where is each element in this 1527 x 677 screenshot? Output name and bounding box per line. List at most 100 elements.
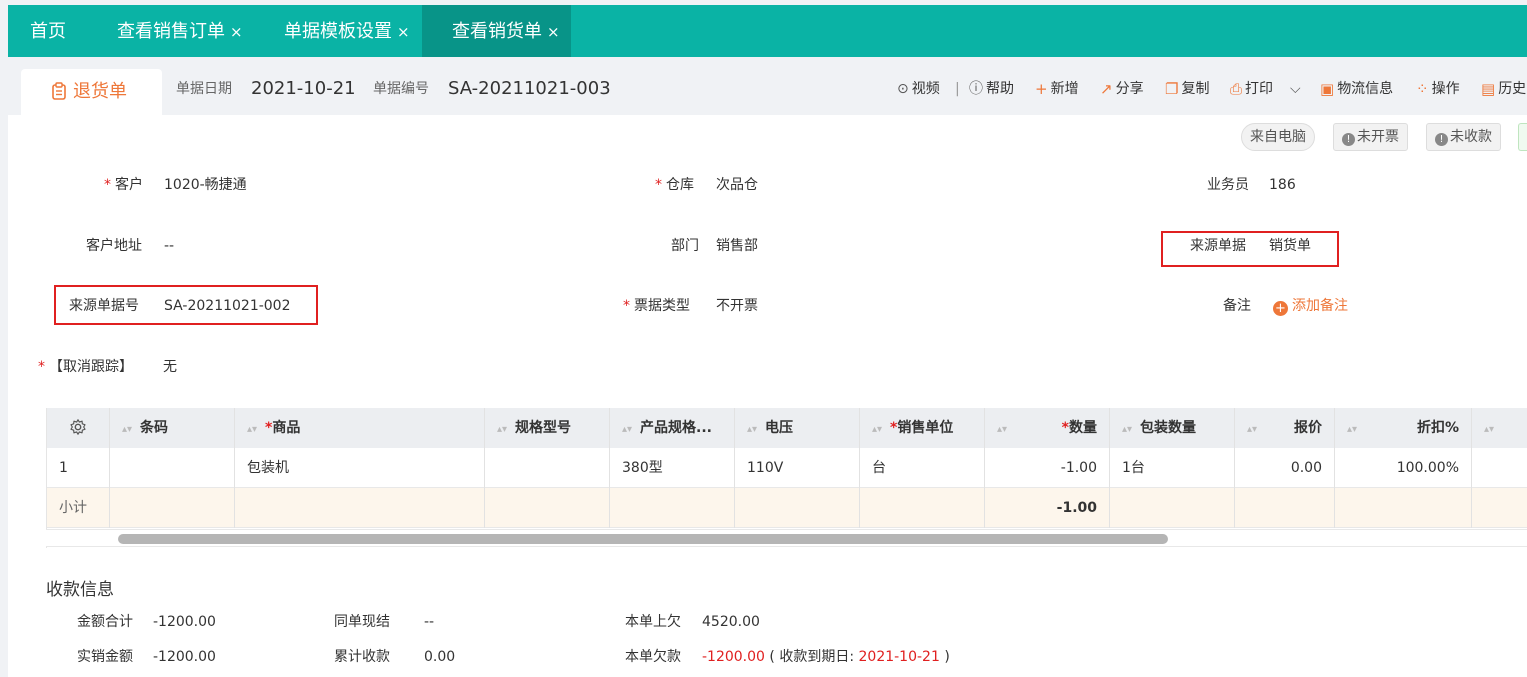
history-button[interactable]: ▤ 历史 (1481, 77, 1526, 101)
source-doc-value[interactable]: 销货单 (1269, 236, 1311, 256)
prev-owe-value: 4520.00 (702, 614, 760, 630)
tab-home[interactable]: 首页 (30, 5, 66, 57)
owe-value-group: -1200.00 ( 收款到期日: 2021-10-21 ) (702, 647, 950, 667)
sort-icon[interactable]: ▴▾ (1122, 424, 1132, 435)
cell-unit[interactable]: 台 (860, 448, 985, 488)
chevron-down-icon[interactable]: ⌵ (1290, 77, 1301, 101)
column-header-unit[interactable]: ▴▾ *销售单位 (860, 408, 985, 448)
payment-status-badge: ! 未收款 (1426, 123, 1501, 151)
column-header-product-spec[interactable]: ▴▾ 产品规格... (610, 408, 735, 448)
column-header-voltage[interactable]: ▴▾ 电压 (735, 408, 860, 448)
cell-product-spec[interactable]: 380型 (610, 448, 735, 488)
sort-icon[interactable]: ▴▾ (872, 424, 882, 435)
invoice-type-value[interactable]: 不开票 (716, 296, 758, 316)
invoice-status-badge: ! 未开票 (1333, 123, 1408, 151)
close-icon[interactable]: × (230, 23, 243, 41)
cell-quantity[interactable]: -1.00 (985, 448, 1110, 488)
add-remark-label: 添加备注 (1292, 298, 1348, 314)
cell-package-qty[interactable]: 1台 (1110, 448, 1235, 488)
sort-icon[interactable]: ▴▾ (997, 424, 1007, 435)
column-header-quote[interactable]: ▴▾ 报价 (1235, 408, 1335, 448)
column-label: 电压 (765, 420, 794, 436)
cell-voltage[interactable]: 110V (735, 448, 860, 488)
sort-icon[interactable]: ▴▾ (247, 424, 257, 435)
tab-view-delivery[interactable]: 查看销货单 × (422, 5, 571, 57)
copy-label: 复制 (1181, 81, 1210, 97)
column-header-package-qty[interactable]: ▴▾ 包装数量 (1110, 408, 1235, 448)
truck-icon: ▣ (1320, 80, 1335, 98)
dept-value[interactable]: 销售部 (716, 236, 758, 256)
warehouse-value[interactable]: 次品仓 (716, 175, 758, 195)
help-label: 帮助 (986, 81, 1014, 97)
subtotal-cell (1472, 488, 1527, 528)
column-header-quantity[interactable]: ▴▾ *数量 (985, 408, 1110, 448)
close-icon[interactable]: × (397, 23, 410, 41)
plus-circle-icon: + (1273, 301, 1288, 316)
scrollbar-thumb[interactable] (118, 534, 1168, 544)
column-header-next[interactable]: ▴▾ (1472, 408, 1527, 448)
salesman-label: 业务员 (1207, 177, 1249, 193)
logistics-label: 物流信息 (1337, 81, 1394, 97)
subtotal-cell (1235, 488, 1335, 528)
sort-icon[interactable]: ▴▾ (1347, 424, 1357, 435)
sort-icon[interactable]: ▴▾ (122, 424, 132, 435)
column-settings-button[interactable] (47, 408, 110, 448)
add-remark-button[interactable]: + 添加备注 (1273, 296, 1348, 316)
cell-spec[interactable] (485, 448, 610, 488)
warehouse-label-text: 仓库 (666, 177, 694, 193)
cell-next[interactable] (1472, 448, 1527, 488)
tab-view-sales-order[interactable]: 查看销售订单 × (117, 5, 243, 57)
status-badge-partial (1518, 123, 1527, 151)
owe-value: -1200.00 (702, 649, 765, 665)
required-mark: * (104, 177, 111, 193)
cell-barcode[interactable] (110, 448, 235, 488)
column-header-barcode[interactable]: ▴▾ 条码 (110, 408, 235, 448)
sort-icon[interactable]: ▴▾ (497, 424, 507, 435)
invoice-type-label-text: 票据类型 (634, 298, 690, 314)
subtotal-cell (610, 488, 735, 528)
column-header-discount[interactable]: ▴▾ 折扣% (1335, 408, 1472, 448)
operate-button[interactable]: ⁘ 操作 (1416, 77, 1460, 101)
copy-button[interactable]: ❐ 复制 (1165, 77, 1209, 101)
sort-icon[interactable]: ▴▾ (1247, 424, 1257, 435)
subtotal-cell (485, 488, 610, 528)
cell-quote[interactable]: 0.00 (1235, 448, 1335, 488)
required-mark: * (655, 177, 662, 193)
cell-discount[interactable]: 100.00% (1335, 448, 1472, 488)
logistics-button[interactable]: ▣ 物流信息 (1320, 77, 1393, 101)
source-no-value[interactable]: SA-20211021-002 (164, 296, 291, 316)
required-mark: * (38, 359, 45, 375)
subtotal-quantity: -1.00 (985, 488, 1110, 528)
line-items-table: ▴▾ 条码 ▴▾ *商品 ▴▾ 规格型号 ▴▾ 产品规格... ▴▾ 电压 ▴▾ *销售单位… (46, 408, 1527, 548)
source-no-label: 来源单据号 (69, 298, 139, 314)
column-label: 条码 (140, 420, 169, 436)
column-header-spec[interactable]: ▴▾ 规格型号 (485, 408, 610, 448)
sort-icon[interactable]: ▴▾ (1484, 424, 1494, 435)
sort-icon[interactable]: ▴▾ (747, 424, 757, 435)
cell-product[interactable]: 包装机 (235, 448, 485, 488)
tab-label: 查看销货单 (452, 21, 542, 42)
table-header: ▴▾ 条码 ▴▾ *商品 ▴▾ 规格型号 ▴▾ 产品规格... ▴▾ 电压 ▴▾ *销售单位… (47, 408, 1527, 448)
salesman-value[interactable]: 186 (1269, 175, 1296, 195)
same-cash-value: -- (424, 614, 435, 630)
address-value[interactable]: -- (164, 236, 174, 256)
highlight-box-source-doc (1161, 231, 1339, 267)
video-button[interactable]: ⊙ 视频 (897, 77, 940, 101)
exclamation-icon: ! (1435, 133, 1448, 146)
table-horizontal-scrollbar[interactable] (46, 529, 1527, 547)
help-circle-icon: ⓘ (969, 81, 983, 97)
print-button[interactable]: ⎙ 打印 ⌵ (1230, 77, 1301, 101)
share-button[interactable]: ↗ 分享 (1100, 77, 1144, 101)
help-button[interactable]: ⓘ 帮助 (969, 77, 1014, 101)
close-icon[interactable]: × (547, 23, 560, 41)
add-button[interactable]: + 新增 (1035, 77, 1079, 101)
cancel-track-value[interactable]: 无 (163, 357, 177, 377)
tab-template-settings[interactable]: 单据模板设置 × (284, 5, 410, 57)
customer-value[interactable]: 1020-畅捷通 (164, 175, 247, 195)
column-header-product[interactable]: ▴▾ *商品 (235, 408, 485, 448)
subtotal-cell (1335, 488, 1472, 528)
sort-icon[interactable]: ▴▾ (622, 424, 632, 435)
toolbar-separator: | (955, 81, 960, 97)
table-row[interactable]: 1 包装机 380型 110V 台 -1.00 1台 0.00 100.00% (47, 448, 1527, 488)
toolbar: ⊙ 视频 | ⓘ 帮助 + 新增 ↗ 分享 ❐ 复制 ⎙ 打印 ⌵ ▣ 物流信息 ⁘ 操作 ▤ 历史 (8, 77, 1527, 101)
